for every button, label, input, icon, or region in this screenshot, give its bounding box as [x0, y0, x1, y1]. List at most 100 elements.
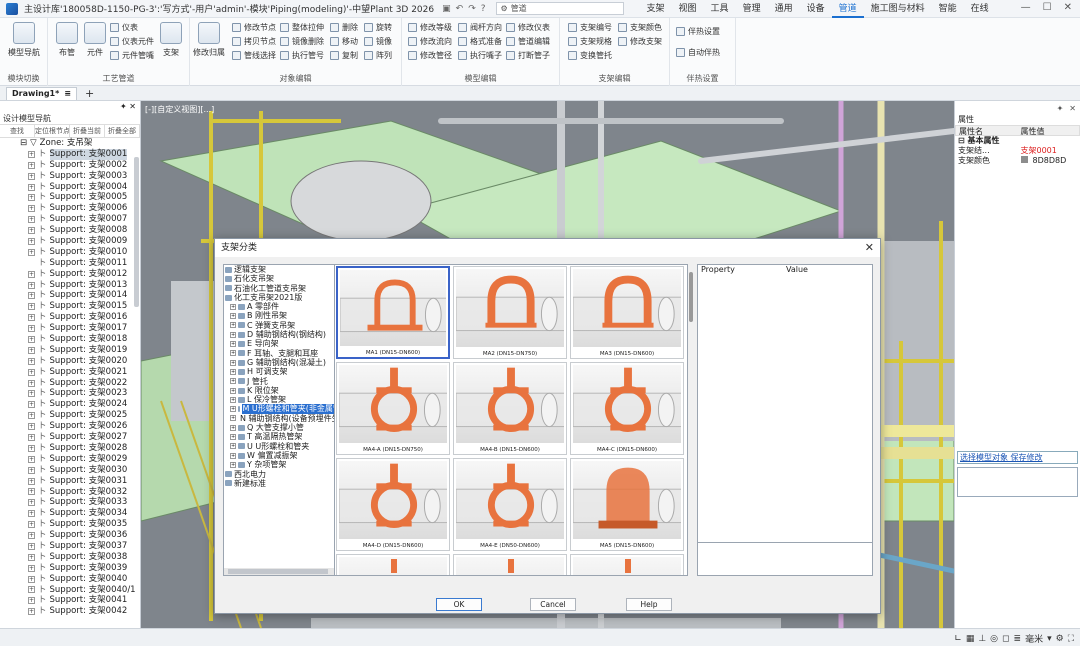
category-tree-item[interactable]: + U U形螺栓和管夹	[224, 442, 344, 451]
tree-item[interactable]: + ト Support: 支架0010	[0, 247, 140, 258]
expand-icon[interactable]: +	[28, 270, 35, 278]
expand-icon[interactable]: +	[28, 412, 35, 420]
expand-icon[interactable]: +	[28, 466, 35, 474]
modify-instrument-button[interactable]: 修改仪表	[506, 22, 550, 33]
gallery-scrollbar[interactable]	[688, 264, 694, 576]
tree-item[interactable]: + ト Support: 支架0006	[0, 203, 140, 214]
expand-icon[interactable]: +	[28, 477, 35, 485]
category-tree-item[interactable]: + F 耳轴、支腿和耳座	[224, 349, 344, 358]
array-button[interactable]: 阵列	[364, 50, 392, 61]
undo-icon[interactable]: ↶	[456, 4, 464, 14]
stretch-button[interactable]: 整体拉伸	[280, 22, 324, 33]
expand-icon[interactable]: +	[28, 172, 35, 180]
tree-item[interactable]: + ト Support: 支架0038	[0, 552, 140, 563]
expand-icon[interactable]: +	[28, 161, 35, 169]
expand-icon[interactable]: +	[230, 378, 236, 385]
exec-line-button[interactable]: 执行管号	[280, 50, 324, 61]
tree-item[interactable]: + ト Support: 支架0035	[0, 519, 140, 530]
expand-icon[interactable]: +	[230, 452, 236, 459]
expand-icon[interactable]: +	[28, 303, 35, 311]
minimize-icon[interactable]: —	[1021, 2, 1031, 13]
expand-icon[interactable]: +	[28, 281, 35, 289]
expand-icon[interactable]: +	[28, 325, 35, 333]
expand-icon[interactable]: +	[28, 216, 35, 224]
tracing-settings-button[interactable]: 伴热设置	[676, 26, 720, 37]
support-thumbnail[interactable]: MA4-C (DN15-DN600)	[570, 362, 684, 455]
support-thumbnail[interactable]	[336, 554, 450, 575]
ortho-icon[interactable]: ⊥	[978, 634, 986, 644]
tree-item[interactable]: + ト Support: 支架0008	[0, 225, 140, 236]
tree-item[interactable]: + ト Support: 支架0001	[0, 148, 140, 160]
expand-icon[interactable]: +	[28, 532, 35, 539]
viewport-navbar[interactable]	[311, 618, 781, 628]
menu-item[interactable]: 管道	[831, 0, 864, 18]
navigator-tool-button[interactable]: 折叠全部	[105, 125, 140, 137]
pin-icon[interactable]: ✦ ✕	[120, 101, 136, 113]
tree-item[interactable]: + ト Support: 支架0025	[0, 410, 140, 421]
tree-item[interactable]: + ト Support: 支架0016	[0, 312, 140, 323]
support-thumbnail[interactable]	[453, 554, 567, 575]
expand-icon[interactable]: +	[28, 444, 35, 452]
change-shoe-button[interactable]: 变换管托	[568, 50, 612, 61]
tree-item[interactable]: + ト Support: 支架0037	[0, 541, 140, 552]
expand-icon[interactable]: +	[28, 488, 35, 496]
expand-icon[interactable]: +	[28, 608, 35, 616]
move-button[interactable]: 移动	[330, 36, 358, 47]
expand-icon[interactable]: +	[28, 237, 35, 245]
help-icon[interactable]: ?	[481, 4, 486, 14]
modify-grade-button[interactable]: 修改等级	[408, 22, 452, 33]
format-prepare-button[interactable]: 格式准备	[458, 36, 502, 47]
menu-item[interactable]: 设备	[800, 0, 832, 18]
menu-item[interactable]: 支架	[640, 0, 672, 18]
expand-icon[interactable]: +	[230, 443, 236, 450]
category-tree-item[interactable]: + H 可调支架	[224, 367, 344, 376]
expand-icon[interactable]: +	[230, 406, 236, 413]
tree-item[interactable]: + ト Support: 支架0003	[0, 171, 140, 182]
category-tree-item[interactable]: 化工支吊架2021版	[224, 293, 344, 302]
modify-owner-button[interactable]: 修改归属	[192, 22, 226, 58]
tree-item[interactable]: + ト Support: 支架0039	[0, 563, 140, 574]
expand-icon[interactable]: +	[230, 303, 236, 310]
nozzle-button[interactable]: 元件管嘴	[110, 50, 154, 61]
expand-icon[interactable]	[28, 259, 35, 267]
tree-item[interactable]: + ト Support: 支架0041	[0, 595, 140, 606]
model-nav-button[interactable]: 模型导航	[7, 22, 41, 58]
expand-icon[interactable]: +	[28, 455, 35, 463]
support-thumbnail[interactable]	[570, 554, 684, 575]
support-thumbnail[interactable]: MA2 (DN15-DN750)	[453, 266, 567, 359]
expand-icon[interactable]: +	[28, 575, 35, 583]
category-tree-item[interactable]: + D 辅助钢结构(钢结构)	[224, 330, 344, 339]
support-thumbnail[interactable]: MA4-E (DN50-DN600)	[453, 458, 567, 551]
category-tree-item[interactable]: + E 导向架	[224, 339, 344, 348]
category-tree-item[interactable]: 逻辑支架	[224, 265, 344, 274]
expand-icon[interactable]: +	[28, 379, 35, 387]
category-tree-item[interactable]: + Q 大管支撑小管	[224, 423, 344, 432]
tree-item[interactable]: + ト Support: 支架0014	[0, 290, 140, 301]
menu-item[interactable]: 管理	[736, 0, 768, 18]
component-button[interactable]: 元件	[78, 22, 112, 58]
expand-icon[interactable]: +	[230, 368, 236, 375]
tree-item[interactable]: + ト Support: 支架0021	[0, 367, 140, 378]
expand-icon[interactable]: +	[230, 387, 236, 394]
menu-item[interactable]: 在线	[964, 0, 996, 18]
tree-item[interactable]: + ト Support: 支架0029	[0, 454, 140, 465]
tree-item[interactable]: + ト Support: 支架0005	[0, 192, 140, 203]
grid-icon[interactable]: ▦	[966, 634, 975, 644]
select-save-links[interactable]: 选择模型对象 保存修改	[957, 451, 1078, 464]
support-thumbnail[interactable]: MA4-B (DN15-DN600)	[453, 362, 567, 455]
lineweight-icon[interactable]: ≣	[1014, 634, 1022, 644]
expand-icon[interactable]: +	[28, 205, 35, 213]
osnap-icon[interactable]: ◻	[1002, 634, 1009, 644]
modify-node-button[interactable]: 修改节点	[232, 22, 276, 33]
expand-icon[interactable]: +	[28, 564, 35, 572]
expand-icon[interactable]: +	[28, 183, 35, 191]
navigator-tool-button[interactable]: 定位根节点	[35, 125, 70, 137]
modify-support-button[interactable]: 修改支架	[618, 36, 662, 47]
chevron-down-icon[interactable]: ▾	[1047, 634, 1052, 644]
support-color-button[interactable]: 支架颜色	[618, 22, 662, 33]
modify-flow-button[interactable]: 修改流向	[408, 36, 452, 47]
tree-item[interactable]: + ト Support: 支架0040	[0, 574, 140, 585]
valve-stem-button[interactable]: 阀杆方向	[458, 22, 502, 33]
tree-item[interactable]: + ト Support: 支架0019	[0, 345, 140, 356]
tree-item[interactable]: + ト Support: 支架0004	[0, 182, 140, 193]
